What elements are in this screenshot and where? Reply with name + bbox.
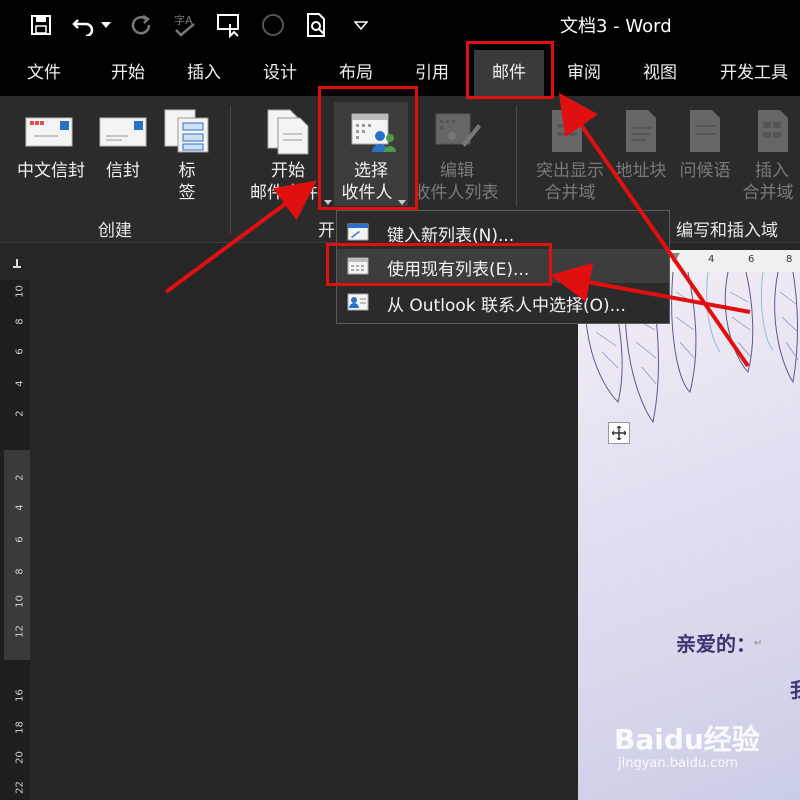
tab-view[interactable]: 视图: [626, 50, 694, 96]
greeting-text: 亲爱的：: [676, 632, 756, 656]
ruler-tick: 6: [748, 254, 755, 265]
spelling-icon[interactable]: 字A: [170, 10, 200, 40]
start-mail-merge-line1[interactable]: 开始: [250, 160, 326, 182]
document-page[interactable]: 亲爱的： ↵ 我 Baidu经验 jingyan.baidu.com: [578, 272, 800, 800]
menu-item-label: 从 Outlook 联系人中选择(O)...: [387, 296, 626, 316]
annotation-box-select-recipients: [318, 86, 418, 210]
annotation-box-mailings-tab: [466, 41, 554, 99]
tab-insert[interactable]: 插入: [170, 50, 238, 96]
ruler-tick: 2: [14, 474, 26, 481]
insert-merge-field-line1: 插入: [755, 161, 789, 181]
document-text-fragment: 我: [790, 674, 800, 703]
watermark-url: jingyan.baidu.com: [618, 756, 738, 771]
ruler-tick: 8: [14, 568, 26, 575]
title-bar: 字A 文档3 - Word: [0, 0, 800, 50]
tab-developer[interactable]: 开发工具: [708, 50, 800, 96]
start-group-label: 开: [318, 221, 335, 241]
svg-text:字A: 字A: [174, 13, 193, 27]
ruler-tick: 10: [14, 285, 26, 298]
ruler-tick: 6: [14, 348, 26, 355]
tab-review[interactable]: 审阅: [550, 50, 618, 96]
new-list-icon: [347, 223, 369, 245]
tab-home[interactable]: 开始: [94, 50, 162, 96]
envelope-icon[interactable]: [98, 112, 148, 156]
touch-mode-icon[interactable]: [214, 10, 244, 40]
undo-icon[interactable]: [70, 10, 100, 40]
table-move-handle-icon[interactable]: [608, 422, 630, 444]
start-mail-merge-line2[interactable]: 邮件合并: [244, 182, 324, 204]
annotation-box-use-existing-list: [326, 243, 552, 286]
redo-icon[interactable]: [126, 10, 156, 40]
envelope-label[interactable]: 信封: [96, 160, 150, 182]
menu-item-outlook-contacts[interactable]: 从 Outlook 联系人中选择(O)...: [337, 285, 669, 319]
create-group-label: 创建: [98, 221, 132, 241]
highlight-merge-fields-line2: 合并域: [544, 183, 596, 203]
edit-recipient-list-icon: [432, 110, 482, 158]
save-icon[interactable]: [26, 10, 56, 40]
edit-recipient-list-line2: 收件人列表: [413, 183, 499, 203]
labels-label-line1[interactable]: 标: [170, 160, 204, 182]
labels-icon[interactable]: [164, 108, 210, 158]
paragraph-mark-icon: ↵: [754, 638, 763, 649]
edit-recipient-list-line1: 编辑: [440, 161, 474, 181]
ruler-tick: 18: [14, 721, 26, 734]
customize-quick-access-icon[interactable]: [346, 10, 376, 40]
tab-design[interactable]: 设计: [246, 50, 314, 96]
labels-label-line2[interactable]: 签: [170, 182, 204, 204]
ruler-tick: 6: [14, 536, 26, 543]
ruler-tick: 8: [14, 318, 26, 325]
greeting-line-icon: [688, 108, 724, 158]
tab-file[interactable]: 文件: [10, 50, 78, 96]
start-mail-merge-icon[interactable]: [264, 108, 312, 160]
highlight-merge-fields-line1: 突出显示: [536, 161, 604, 181]
ruler-tick: 4: [14, 504, 26, 511]
ruler-tick: 10: [14, 595, 26, 608]
highlight-merge-fields-icon: [548, 108, 588, 158]
ruler-tick: 16: [14, 689, 26, 702]
ruler-tick: 2: [14, 410, 26, 417]
ruler-tick: 8: [786, 254, 793, 265]
chinese-envelope-icon[interactable]: [24, 112, 74, 156]
write-insert-group-label: 编写和插入域: [676, 221, 778, 241]
circle-icon[interactable]: [258, 10, 288, 40]
tab-selector-icon[interactable]: [6, 252, 28, 274]
ruler-tick: 12: [14, 625, 26, 638]
vertical-ruler: 10 8 6 4 2 2 4 6 8 10 12 16 18 20 22: [0, 280, 30, 800]
group-separator: [230, 106, 231, 234]
ruler-tick: 20: [14, 751, 26, 764]
address-block-icon: [624, 108, 660, 158]
insert-merge-field-line2: 合并域: [742, 183, 794, 203]
insert-merge-field-icon: [756, 108, 792, 158]
baidu-watermark: Baidu经验: [614, 723, 760, 756]
chinese-envelope-label[interactable]: 中文信封: [12, 160, 90, 182]
ruler-tick: 4: [708, 254, 715, 265]
window-title: 文档3 - Word: [560, 16, 672, 37]
horizontal-ruler: 2 4 6 8: [668, 250, 800, 272]
ruler-tick: 22: [14, 781, 26, 794]
undo-dropdown-icon[interactable]: [98, 10, 114, 40]
indent-marker-icon[interactable]: [670, 246, 680, 265]
outlook-contacts-icon: [347, 293, 369, 315]
ruler-tick: 4: [14, 380, 26, 387]
group-separator: [516, 106, 517, 206]
address-block-label: 地址块: [615, 161, 667, 181]
greeting-line-label: 问候语: [679, 161, 731, 181]
print-preview-icon[interactable]: [302, 10, 332, 40]
